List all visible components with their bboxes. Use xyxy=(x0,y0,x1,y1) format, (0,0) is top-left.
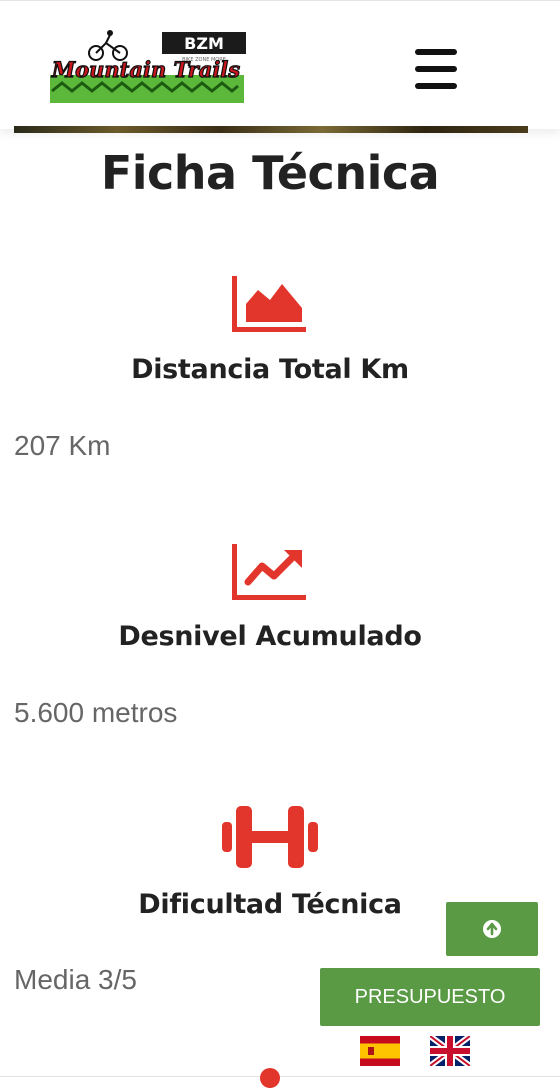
svg-text:Mountain Trails: Mountain Trails xyxy=(51,57,240,82)
budget-button[interactable]: PRESUPUESTO xyxy=(320,968,540,1026)
hamburger-menu-icon[interactable] xyxy=(410,49,462,89)
section-marker-icon xyxy=(260,1068,280,1088)
line-chart-icon xyxy=(0,542,540,600)
stat-label-elevation: Desnivel Acumulado xyxy=(118,621,422,652)
mountain-trails-logo[interactable]: BZM BIKE ZONE MORE Mountain Trails xyxy=(44,29,248,105)
dumbbell-icon xyxy=(0,804,540,870)
svg-text:BZM: BZM xyxy=(184,34,224,53)
arrow-up-circle-icon xyxy=(483,920,501,938)
menu-bar xyxy=(415,83,457,89)
uk-flag-icon[interactable] xyxy=(428,1033,472,1069)
page-title: Ficha Técnica xyxy=(100,146,440,200)
divider xyxy=(0,1076,560,1077)
menu-bar xyxy=(415,49,457,55)
scroll-to-top-button[interactable] xyxy=(446,902,538,956)
stat-value-elevation: 5.600 metros xyxy=(14,697,178,728)
stat-value-difficulty: Media 3/5 xyxy=(14,964,137,995)
site-header: BZM BIKE ZONE MORE Mountain Trails xyxy=(0,0,560,129)
stat-value-distance: 207 Km xyxy=(14,430,111,461)
hero-image-strip xyxy=(14,126,528,133)
area-chart-icon xyxy=(0,274,540,332)
menu-bar xyxy=(415,66,457,72)
stat-label-distance: Distancia Total Km xyxy=(131,354,409,385)
spain-flag-icon[interactable] xyxy=(360,1036,400,1066)
